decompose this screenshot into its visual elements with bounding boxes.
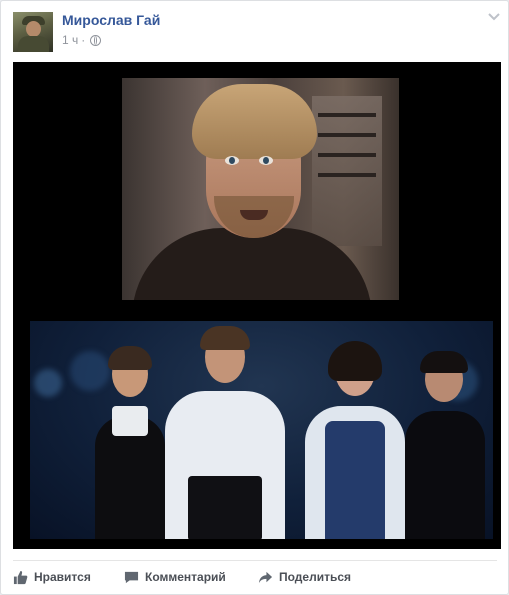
share-button[interactable]: Поделиться [258,567,351,587]
action-bar [13,560,497,561]
author-avatar[interactable] [13,12,53,52]
like-label: Нравится [34,570,91,584]
author-name-link[interactable]: Мирослав Гай [62,12,160,28]
movie-still-top [122,78,399,300]
like-button[interactable]: Нравится [13,567,91,587]
post-image[interactable] [13,62,501,549]
share-label: Поделиться [279,570,352,584]
comment-button[interactable]: Комментарий [124,567,226,587]
feed-post: Мирослав Гай 1 ч · Нравится Комментарий … [0,0,509,595]
share-icon [258,571,273,583]
post-timestamp[interactable]: 1 ч [62,33,78,47]
meta-separator: · [81,33,86,47]
globe-icon[interactable] [90,34,102,46]
comment-icon [124,571,139,583]
chevron-down-icon[interactable] [487,12,501,22]
group-photo-bottom [30,321,493,539]
thumbs-up-icon [13,570,28,584]
post-meta: 1 ч · [62,33,102,47]
comment-label: Комментарий [145,570,226,584]
